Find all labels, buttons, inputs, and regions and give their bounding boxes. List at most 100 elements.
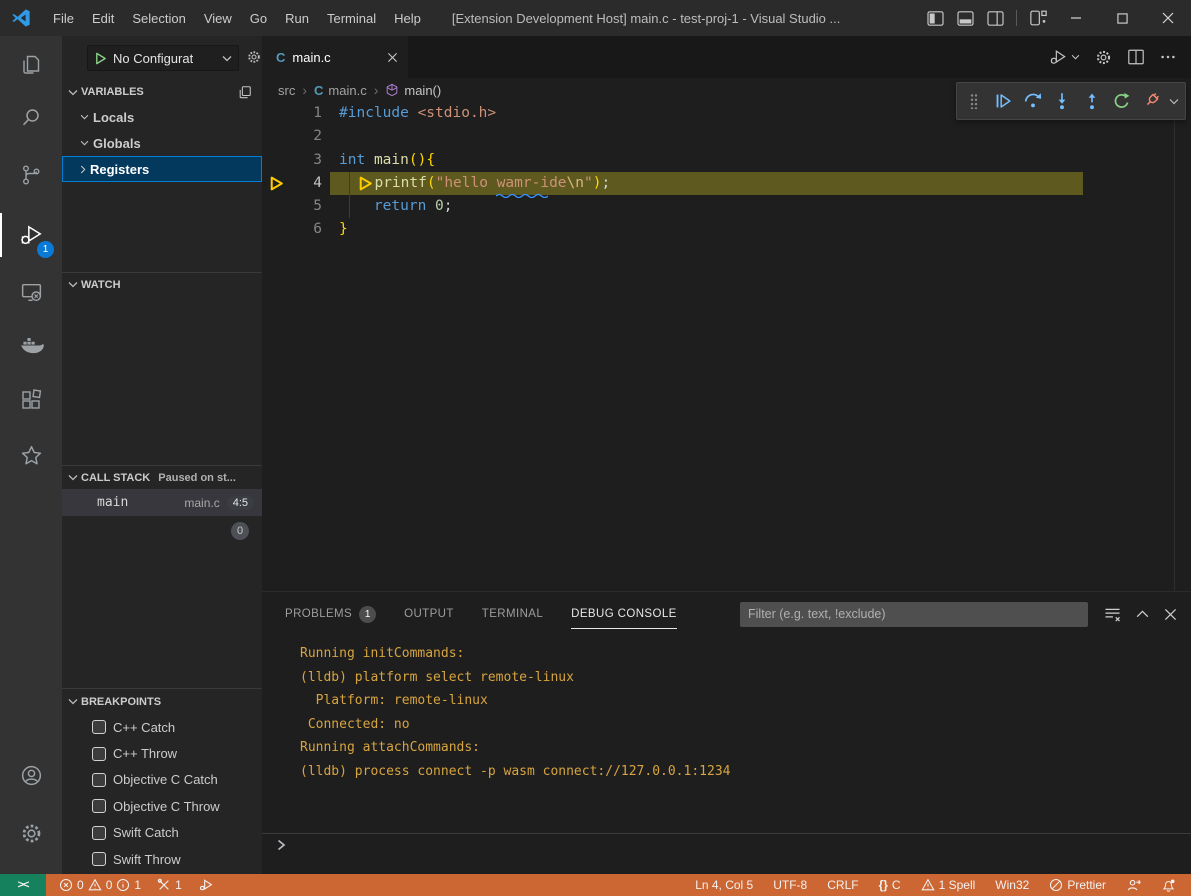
explorer-icon[interactable] [0,41,62,89]
clear-console-icon[interactable] [1104,607,1121,622]
maximize-button[interactable] [1099,0,1145,36]
extensions-icon[interactable] [0,376,62,424]
breakpoint-item[interactable]: C++ Catch [62,714,262,740]
open-launch-json-gear-icon[interactable] [246,49,262,65]
tab-debug-console[interactable]: DEBUG CONSOLE [571,599,677,629]
menu-help[interactable]: Help [385,0,430,36]
remote-explorer-icon[interactable] [0,268,62,316]
console-filter-input[interactable] [740,602,1088,627]
menu-terminal[interactable]: Terminal [318,0,385,36]
call-stack-header[interactable]: CALL STACK Paused on st... [62,465,262,489]
breakpoint-gutter[interactable] [262,102,296,125]
line-number[interactable]: 3 [296,149,322,172]
breadcrumb-symbol[interactable]: main() [404,83,441,98]
copy-value-icon[interactable] [238,85,252,99]
close-panel-icon[interactable] [1164,608,1177,621]
tab-main-c[interactable]: C main.c [262,36,408,78]
variables-scope-globals[interactable]: Globals [62,130,262,156]
disconnect-button[interactable] [1138,86,1163,116]
menu-go[interactable]: Go [241,0,276,36]
menu-run[interactable]: Run [276,0,318,36]
line-number[interactable]: 6 [296,218,322,241]
code-text[interactable]: return 0; [322,195,453,218]
search-icon[interactable] [0,94,62,142]
close-button[interactable] [1145,0,1191,36]
run-or-debug-icon[interactable] [1048,47,1080,67]
tab-problems[interactable]: PROBLEMS 1 [285,599,376,629]
tab-terminal[interactable]: TERMINAL [482,599,543,629]
restart-button[interactable] [1108,86,1133,116]
breakpoint-checkbox[interactable] [92,799,106,813]
formatter-status[interactable]: Prettier [1044,878,1111,892]
editor-settings-gear-icon[interactable] [1094,48,1113,67]
breakpoint-item[interactable]: Objective C Catch [62,767,262,793]
minimize-button[interactable] [1053,0,1099,36]
debug-console-input-row[interactable] [262,833,1191,855]
breakpoint-checkbox[interactable] [92,852,106,866]
breakpoint-gutter[interactable] [262,172,296,195]
cursor-position[interactable]: Ln 4, Col 5 [690,878,758,892]
variables-header[interactable]: VARIABLES [62,80,262,104]
more-actions-icon[interactable] [1159,48,1177,66]
toolbar-grip-handle[interactable] [961,86,986,116]
language-mode[interactable]: {} C [874,878,906,892]
toggle-secondary-sidebar-icon[interactable] [980,4,1010,32]
start-debug-icon[interactable] [94,52,107,65]
run-and-debug-icon[interactable]: 1 [0,211,62,259]
source-control-icon[interactable] [0,151,62,199]
eol-sequence[interactable]: CRLF [822,878,863,892]
tasks-status[interactable]: 1 [152,878,187,892]
breakpoint-item[interactable]: Objective C Throw [62,793,262,819]
breakpoint-checkbox[interactable] [92,773,106,787]
breakpoint-gutter[interactable] [262,149,296,172]
feedback-person-icon[interactable] [1121,878,1146,893]
line-number[interactable]: 4 [296,172,322,195]
docker-icon[interactable] [0,321,62,369]
menu-view[interactable]: View [195,0,241,36]
line-number[interactable]: 1 [296,102,322,125]
toggle-panel-icon[interactable] [950,4,980,32]
menu-file[interactable]: File [44,0,83,36]
chevron-down-icon[interactable] [1167,86,1181,116]
editor-scrollbar[interactable] [1174,102,1175,591]
line-number[interactable]: 2 [296,125,322,148]
platform-target[interactable]: Win32 [990,878,1034,892]
code-text[interactable]: int main(){ [322,149,435,172]
toggle-sidebar-icon[interactable] [920,4,950,32]
star-extension-icon[interactable] [0,431,62,479]
debug-status-icon[interactable] [193,877,219,893]
notifications-bell-icon[interactable] [1156,878,1181,893]
breakpoint-gutter[interactable] [262,218,296,241]
line-number[interactable]: 5 [296,195,322,218]
encoding[interactable]: UTF-8 [768,878,812,892]
split-editor-icon[interactable] [1127,48,1145,66]
continue-button[interactable] [990,86,1015,116]
variables-scope-registers[interactable]: Registers [62,156,262,182]
remote-indicator[interactable]: >< [0,874,46,896]
maximize-panel-icon[interactable] [1136,610,1149,618]
breadcrumb-file[interactable]: main.c [328,83,366,98]
problems-status[interactable]: 0 0 1 [54,878,146,892]
variables-scope-locals[interactable]: Locals [62,104,262,130]
step-out-button[interactable] [1079,86,1104,116]
breakpoint-gutter[interactable] [262,195,296,218]
menu-edit[interactable]: Edit [83,0,123,36]
step-over-button[interactable] [1020,86,1045,116]
code-text[interactable]: printf("hello wamr-ide\n"); [322,172,610,195]
spell-checker-status[interactable]: 1 Spell [916,878,981,892]
breakpoint-item[interactable]: C++ Throw [62,740,262,766]
breakpoint-checkbox[interactable] [92,826,106,840]
settings-gear-icon[interactable] [0,809,62,857]
breakpoint-checkbox[interactable] [92,720,106,734]
code-text[interactable]: } [322,218,348,241]
customize-layout-icon[interactable] [1023,4,1053,32]
watch-header[interactable]: WATCH [62,272,262,296]
breakpoint-item[interactable]: Swift Catch [62,820,262,846]
tab-output[interactable]: OUTPUT [404,599,454,629]
accounts-icon[interactable] [0,751,62,799]
tab-close-icon[interactable] [387,52,398,63]
breakpoints-header[interactable]: BREAKPOINTS [62,688,262,714]
launch-config-dropdown[interactable]: No Configurat [87,45,239,71]
menu-selection[interactable]: Selection [123,0,194,36]
stack-frame-row[interactable]: main main.c 4:5 [62,489,262,516]
